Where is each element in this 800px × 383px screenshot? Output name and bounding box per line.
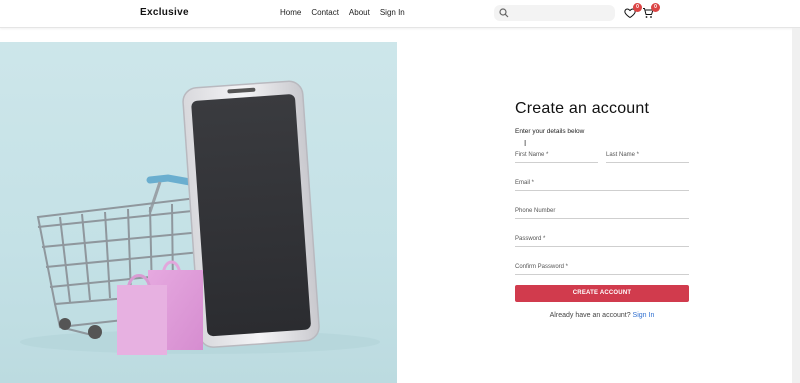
first-name-field[interactable]: First Name * <box>515 135 598 163</box>
nav-contact[interactable]: Contact <box>311 8 339 17</box>
search-box[interactable] <box>494 5 615 21</box>
cart-count-badge: 0 <box>651 3 660 12</box>
first-name-label: First Name * <box>515 152 549 158</box>
last-name-field[interactable]: Last Name * <box>606 135 689 163</box>
brand-logo[interactable]: Exclusive <box>140 7 189 18</box>
email-field[interactable]: Email * <box>515 163 689 191</box>
search-icon <box>499 8 509 18</box>
cart-button[interactable]: 0 <box>642 3 660 20</box>
password-label: Password * <box>515 236 546 242</box>
page-scrollbar[interactable] <box>792 28 800 383</box>
nav-sign-in[interactable]: Sign In <box>380 8 405 17</box>
top-nav-bar: Exclusive Home Contact About Sign In 0 0 <box>0 0 800 28</box>
email-label: Email * <box>515 180 535 186</box>
nav-about[interactable]: About <box>349 8 370 17</box>
signup-form: Create an account Enter your details bel… <box>515 100 689 319</box>
have-account-text: Already have an account? <box>549 312 631 319</box>
wishlist-count-badge: 0 <box>633 3 642 12</box>
signin-link[interactable]: Sign In <box>633 312 655 319</box>
last-name-label: Last Name * <box>606 152 640 158</box>
phone-label: Phone Number <box>515 208 556 214</box>
signup-hero-image <box>0 42 397 383</box>
main-nav: Home Contact About Sign In <box>280 8 415 17</box>
signin-prompt: Already have an account? Sign In <box>515 312 689 319</box>
create-account-button[interactable]: CREATE ACCOUNT <box>515 285 689 302</box>
phone-cart-illustration <box>20 80 380 355</box>
search-input[interactable] <box>512 7 610 19</box>
form-subtitle: Enter your details below <box>515 128 585 135</box>
page-title: Create an account <box>515 100 650 117</box>
confirm-password-field[interactable]: Confirm Password * <box>515 247 689 275</box>
nav-home[interactable]: Home <box>280 8 301 17</box>
wishlist-button[interactable]: 0 <box>624 3 642 20</box>
confirm-password-label: Confirm Password * <box>515 264 569 270</box>
phone-field[interactable]: Phone Number <box>515 191 689 219</box>
password-field[interactable]: Password * <box>515 219 689 247</box>
